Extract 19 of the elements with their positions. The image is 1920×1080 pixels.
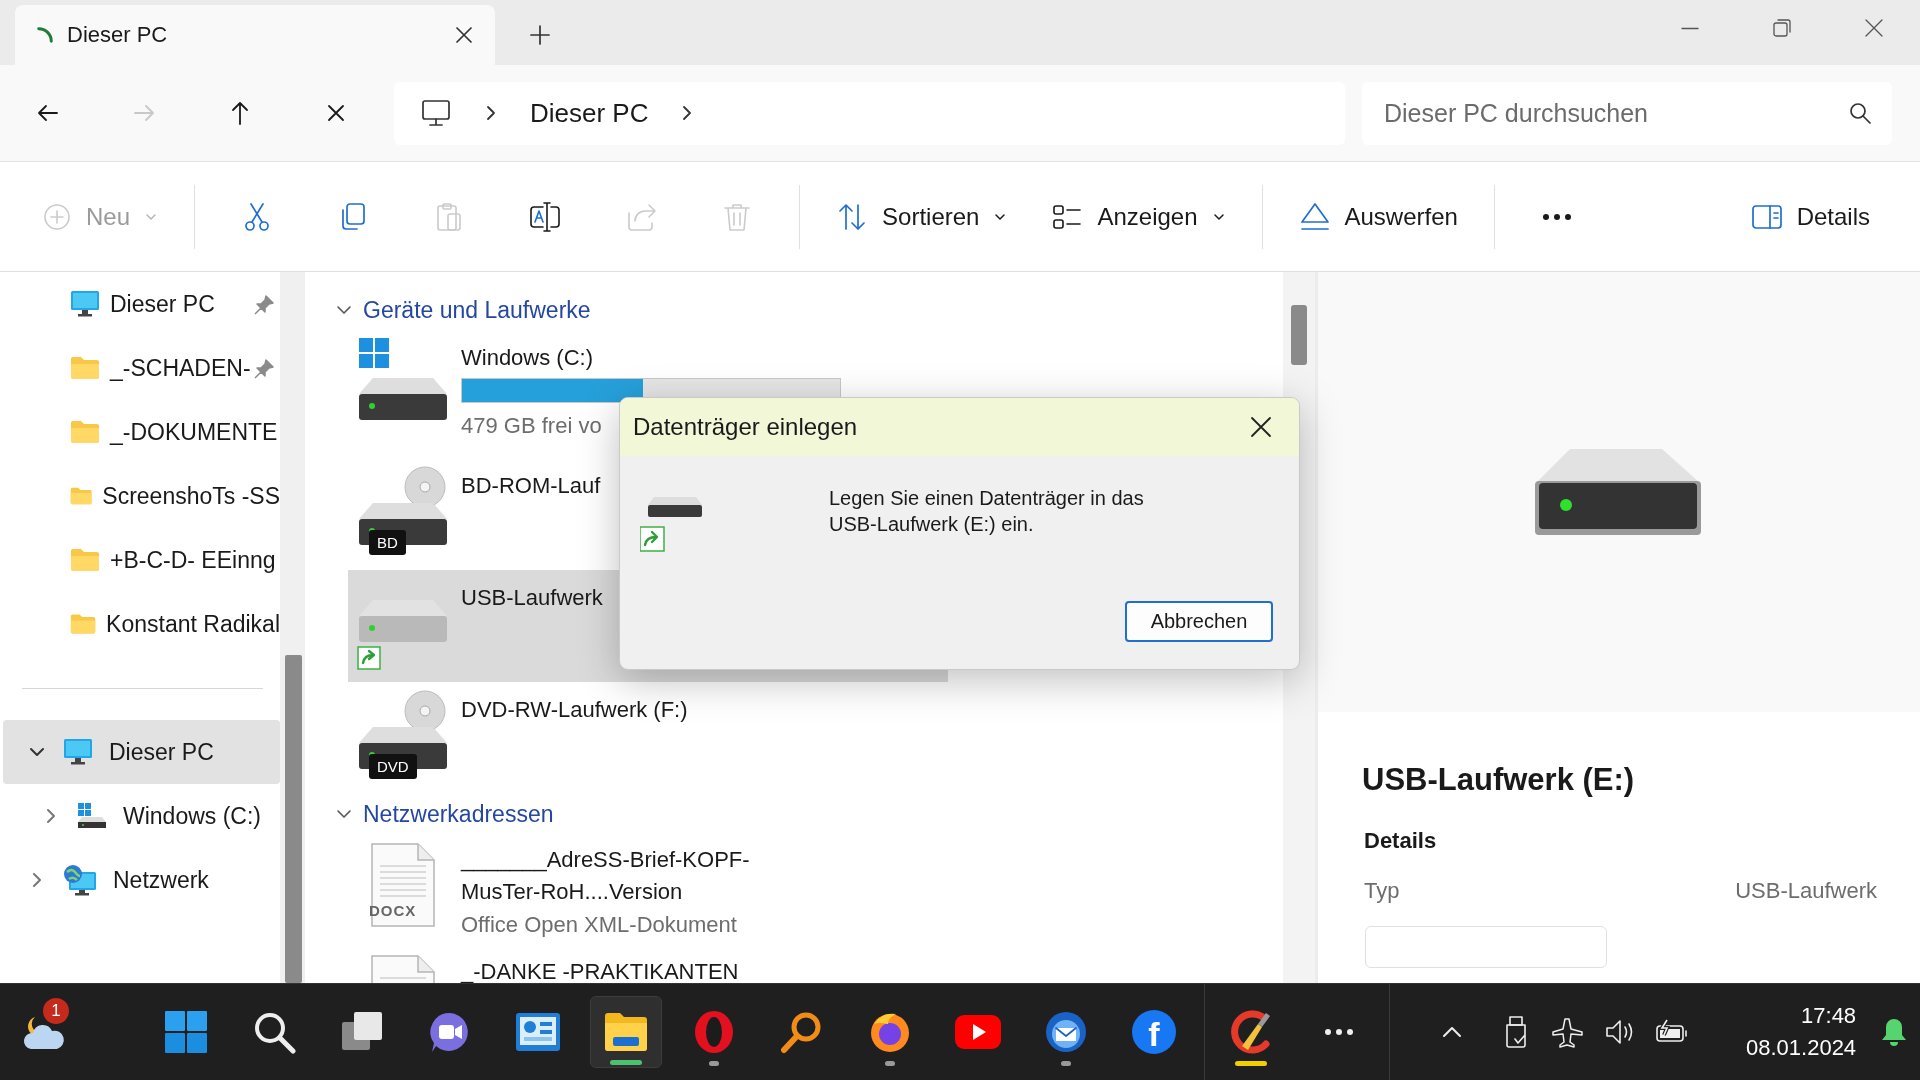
drive-label: BD [369,530,406,555]
item-name: USB-Laufwerk [461,584,603,612]
section-heading: Details [1364,828,1438,854]
file-type-label: DOCX [369,902,417,919]
property-label: Typ [1364,878,1400,904]
dialog-message: Legen Sie einen Datenträger in das USB-Laufwerk (E:) ein. [829,486,1145,537]
item-detail: 479 GB frei vo [461,413,602,439]
details-title: USB-Laufwerk (E:) [1362,762,1636,798]
item-name: BD-ROM-Lauf [461,472,601,500]
item-name: _______AdreSS-Brief-KOPF-MusTer-RoH....Version [461,846,751,906]
social-icon: f [1132,1010,1176,1054]
drive-label: DVD [369,754,417,779]
notification-badge: 1 [43,998,69,1024]
item-name: DVD-RW-Laufwerk (F:) [461,696,688,724]
dialog-title: Datenträger einlegen [633,413,859,441]
item-name: Windows (C:) [461,344,593,372]
property-value: USB-Laufwerk [1735,878,1877,904]
item-name: _-DANKE -PRAKTIKANTEN [461,958,740,983]
item-detail: Office Open XML-Dokument [461,912,737,938]
